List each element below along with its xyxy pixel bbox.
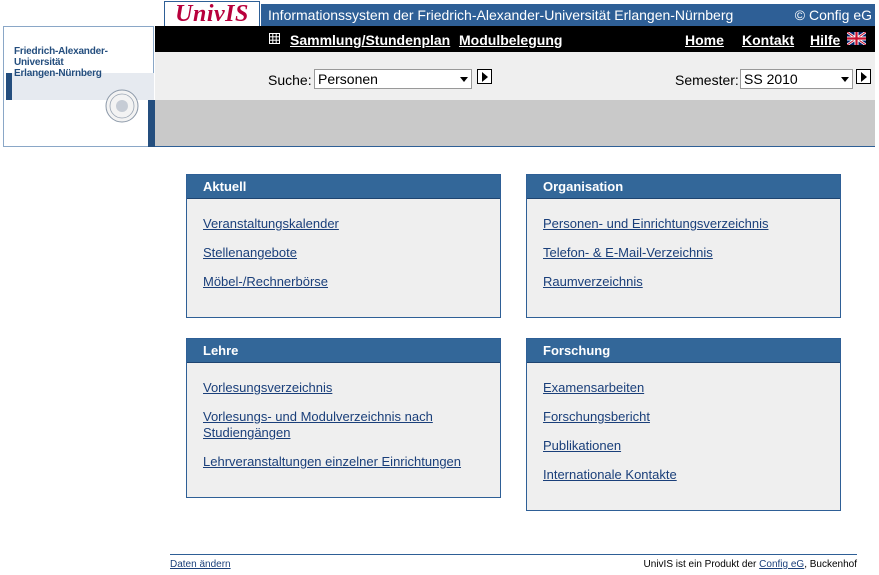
calendar-grid-icon (269, 33, 280, 44)
semester-go-button[interactable] (856, 69, 871, 84)
link-personenverzeichnis[interactable]: Personen- und Einrichtungsverzeichnis (543, 216, 768, 231)
header: Friedrich-Alexander-Universität Erlangen… (3, 0, 875, 147)
nav-modulbelegung[interactable]: Modulbelegung (459, 26, 562, 54)
search-select[interactable]: Personen (314, 69, 472, 89)
box-forschung: Forschung Examensarbeiten Forschungsberi… (526, 338, 841, 511)
nav-kontakt[interactable]: Kontakt (742, 26, 794, 54)
footer-product-note: UnivIS ist ein Produkt der Config eG, Bu… (644, 559, 857, 570)
box-lehre: Lehre Vorlesungsverzeichnis Vorlesungs- … (186, 338, 501, 498)
search-go-button[interactable] (477, 69, 492, 84)
box-lehre-title: Lehre (187, 339, 500, 363)
nav-sammlung-stundenplan[interactable]: Sammlung/Stundenplan (290, 26, 450, 54)
footer-config-link[interactable]: Config eG (759, 559, 804, 570)
box-aktuell-title: Aktuell (187, 175, 500, 199)
footer-daten-aendern-link[interactable]: Daten ändern (170, 559, 231, 570)
university-name-accent (6, 73, 12, 100)
footer-divider (170, 554, 857, 555)
link-internationale-kontakte[interactable]: Internationale Kontakte (543, 467, 677, 482)
english-flag-icon[interactable] (847, 32, 866, 45)
footer-product-suffix: , Buckenhof (804, 559, 857, 570)
site-title: Informationssystem der Friedrich-Alexand… (268, 7, 734, 23)
link-raumverzeichnis[interactable]: Raumverzeichnis (543, 274, 643, 289)
title-bar: Informationssystem der Friedrich-Alexand… (261, 4, 875, 26)
link-publikationen[interactable]: Publikationen (543, 438, 621, 453)
chevron-down-icon (841, 77, 849, 82)
nav-home[interactable]: Home (685, 26, 724, 54)
nav-hilfe[interactable]: Hilfe (810, 26, 840, 54)
chevron-down-icon (460, 77, 468, 82)
link-modulverzeichnis[interactable]: Vorlesungs- und Modulverzeichnis nach St… (203, 409, 433, 440)
semester-select-value: SS 2010 (744, 71, 798, 87)
box-aktuell: Aktuell Veranstaltungskalender Stellenan… (186, 174, 501, 318)
link-examensarbeiten[interactable]: Examensarbeiten (543, 380, 644, 395)
university-name-line-1: Friedrich-Alexander-Universität (14, 46, 108, 68)
semester-label: Semester: (675, 72, 739, 88)
box-forschung-title: Forschung (527, 339, 840, 363)
university-name: Friedrich-Alexander-Universität Erlangen… (14, 46, 156, 79)
box-organisation-title: Organisation (527, 175, 840, 199)
search-bar: Suche: Personen Semester: SS 2010 (155, 52, 875, 100)
link-veranstaltungskalender[interactable]: Veranstaltungskalender (203, 216, 339, 231)
link-telefonverzeichnis[interactable]: Telefon- & E-Mail-Verzeichnis (543, 245, 713, 260)
univis-logo[interactable]: UnivIS (164, 1, 260, 27)
search-select-value: Personen (318, 71, 378, 87)
header-accent-stripe (148, 100, 155, 147)
link-moebel-rechnerboerse[interactable]: Möbel-/Rechnerbörse (203, 274, 328, 289)
box-organisation: Organisation Personen- und Einrichtungsv… (526, 174, 841, 318)
link-stellenangebote[interactable]: Stellenangebote (203, 245, 297, 260)
link-forschungsbericht[interactable]: Forschungsbericht (543, 409, 650, 424)
university-name-line-2: Erlangen-Nürnberg (14, 68, 102, 79)
header-gray-band (155, 100, 875, 147)
footer-product-prefix: UnivIS ist ein Produkt der (643, 559, 760, 570)
link-lehrveranstaltungen-einrichtungen[interactable]: Lehrveranstaltungen einzelner Einrichtun… (203, 454, 461, 469)
university-seal-icon (105, 89, 139, 123)
copyright: © Config eG (794, 7, 872, 23)
link-vorlesungsverzeichnis[interactable]: Vorlesungsverzeichnis (203, 380, 332, 395)
nav-bar: Sammlung/Stundenplan Modulbelegung Home … (155, 26, 875, 52)
search-label: Suche: (268, 72, 312, 88)
semester-select[interactable]: SS 2010 (740, 69, 853, 89)
